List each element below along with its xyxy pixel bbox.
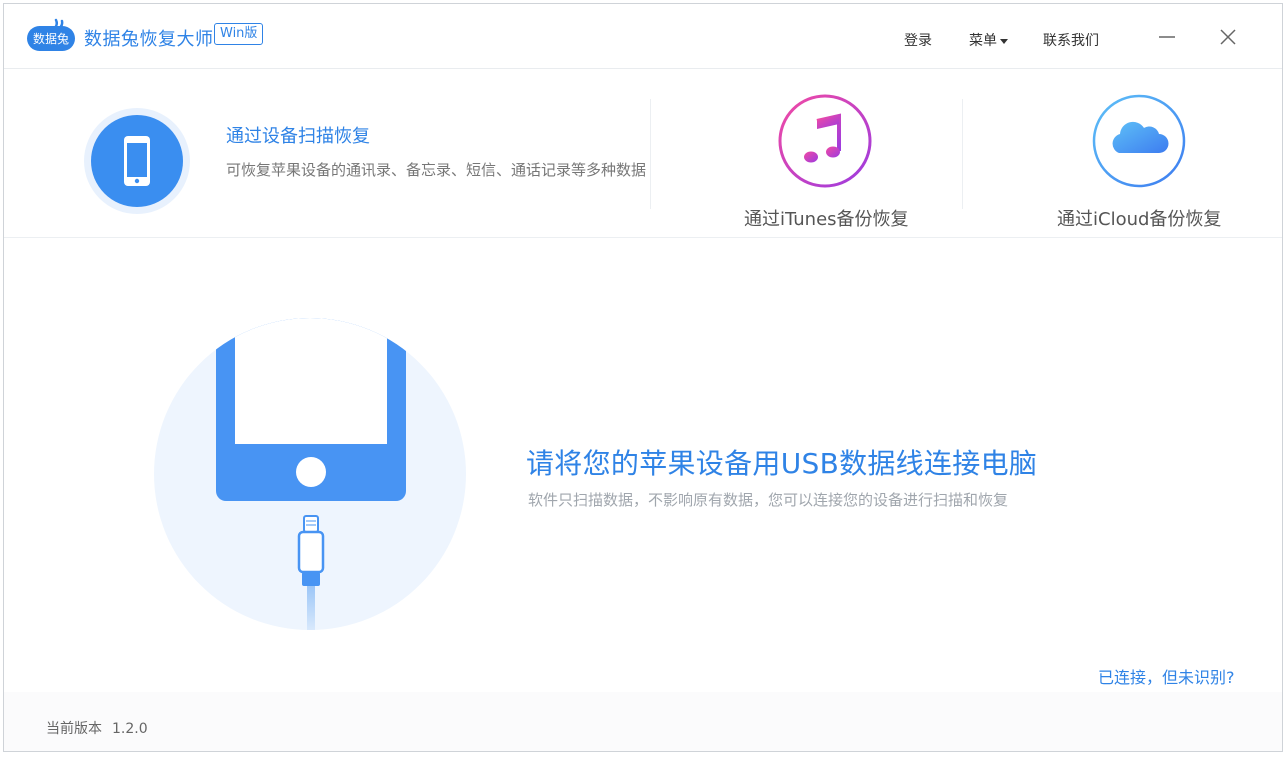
scan-mode-description: 可恢复苹果设备的通讯录、备忘录、短信、通话记录等多种数据 [226,161,647,179]
connected-not-recognized-link[interactable]: 已连接，但未识别? [1098,664,1235,688]
usb-connect-illustration [154,318,466,630]
logo-text: 数据兔 [33,31,69,46]
connect-headline: 请将您的苹果设备用USB数据线连接电脑 [526,447,1038,480]
title-bar: 数据兔 数据兔恢复大师 Win版 登录 菜单 联系我们 [4,4,1282,69]
close-icon[interactable] [1217,26,1239,48]
version-number: 1.2.0 [112,721,148,737]
menu-label: 菜单 [969,33,997,49]
app-logo: 数据兔 [27,18,75,51]
connect-subtext: 软件只扫描数据，不影响原有数据，您可以连接您的设备进行扫描和恢复 [528,491,1009,509]
caret-down-icon [1000,38,1008,44]
version-info: 当前版本 1.2.0 [46,718,148,738]
mode-bar: 通过设备扫描恢复 可恢复苹果设备的通讯录、备忘录、短信、通话记录等多种数据 通过… [4,69,1282,238]
phone-scan-icon[interactable] [84,108,190,214]
footer: 当前版本 1.2.0 [4,692,1282,751]
itunes-mode-label[interactable]: 通过iTunes备份恢复 [744,205,909,231]
minimize-icon[interactable] [1156,26,1178,48]
menu-dropdown[interactable]: 菜单 [969,30,1008,50]
icloud-mode-label[interactable]: 通过iCloud备份恢复 [1057,205,1221,231]
app-window: 数据兔 数据兔恢复大师 Win版 登录 菜单 联系我们 通过设备扫描恢复 可恢复… [3,3,1283,752]
divider [962,99,963,209]
divider [650,99,651,209]
itunes-icon[interactable] [777,93,873,189]
login-link[interactable]: 登录 [904,30,932,50]
contact-link[interactable]: 联系我们 [1043,30,1099,50]
edition-badge: Win版 [214,23,264,45]
icloud-icon[interactable] [1091,93,1187,189]
version-label: 当前版本 [46,721,102,737]
scan-mode-title[interactable]: 通过设备扫描恢复 [226,122,370,148]
app-title: 数据兔恢复大师 [84,29,214,50]
